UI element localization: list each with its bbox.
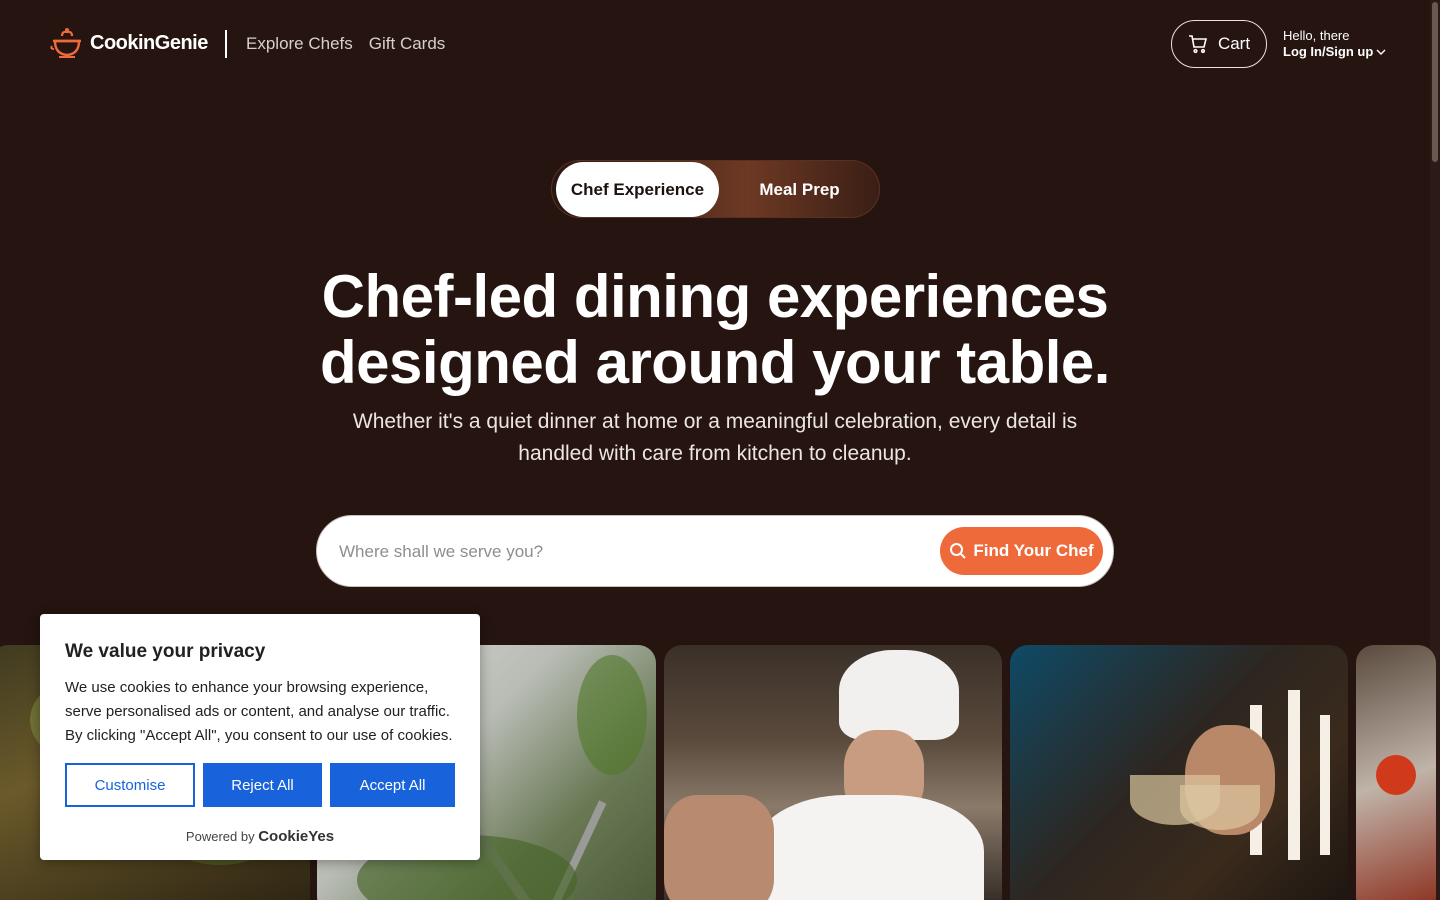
hero-subtitle: Whether it's a quiet dinner at home or a… (352, 410, 1078, 465)
tab-chef-experience[interactable]: Chef Experience (556, 162, 719, 217)
cart-label: Cart (1217, 34, 1251, 53)
cookie-consent-banner: We value your privacy We use cookies to … (40, 614, 480, 860)
reject-all-button[interactable]: Reject All (203, 763, 322, 807)
location-search-bar: Find Your Chef (316, 515, 1114, 587)
accept-all-button[interactable]: Accept All (330, 763, 455, 807)
cookieyes-brand[interactable]: CookieYes (258, 828, 334, 845)
chef-pot-logo-icon (50, 28, 81, 58)
customise-button[interactable]: Customise (65, 763, 195, 807)
greeting-text: Hello, there (1283, 28, 1350, 43)
brand-name: CookinGenie (90, 31, 208, 54)
nav-gift-cards[interactable]: Gift Cards (369, 34, 446, 54)
user-menu[interactable]: Hello, there Log In/Sign up (1283, 28, 1386, 60)
experience-photo-dish[interactable] (1356, 645, 1436, 900)
find-your-chef-button[interactable]: Find Your Chef (940, 527, 1103, 575)
scrollbar-thumb[interactable] (1432, 2, 1438, 162)
header-divider (225, 30, 227, 58)
cart-button[interactable]: Cart (1171, 20, 1267, 68)
cart-icon (1188, 35, 1207, 54)
login-signup-link[interactable]: Log In/Sign up (1283, 44, 1386, 60)
site-header: CookinGenie Explore Chefs Gift Cards Car… (0, 0, 1430, 90)
hero-title-line-1: Chef-led dining experiences (321, 263, 1109, 330)
cookie-title: We value your privacy (65, 641, 266, 662)
hero-title: Chef-led dining experiences designed aro… (0, 264, 1430, 396)
login-label: Log In/Sign up (1283, 44, 1374, 59)
nav-explore-chefs[interactable]: Explore Chefs (246, 34, 353, 54)
experience-photo-chef-cooking[interactable] (664, 645, 1002, 900)
cookie-body: We use cookies to enhance your browsing … (65, 679, 453, 744)
powered-by: Powered by CookieYes (40, 828, 480, 845)
experience-photo-toast[interactable] (1010, 645, 1348, 900)
hero-title-line-2: designed around your table. (320, 329, 1110, 396)
main-nav: Explore Chefs Gift Cards (246, 34, 445, 54)
tab-meal-prep[interactable]: Meal Prep (722, 162, 877, 217)
chevron-down-icon (1376, 49, 1386, 55)
search-icon (950, 543, 967, 559)
service-type-toggle: Chef Experience Meal Prep (551, 160, 880, 218)
location-search-input[interactable] (339, 532, 919, 572)
find-your-chef-label: Find Your Chef (973, 541, 1094, 560)
powered-by-label: Powered by (185, 829, 255, 844)
brand-logo[interactable]: CookinGenie (50, 26, 208, 60)
